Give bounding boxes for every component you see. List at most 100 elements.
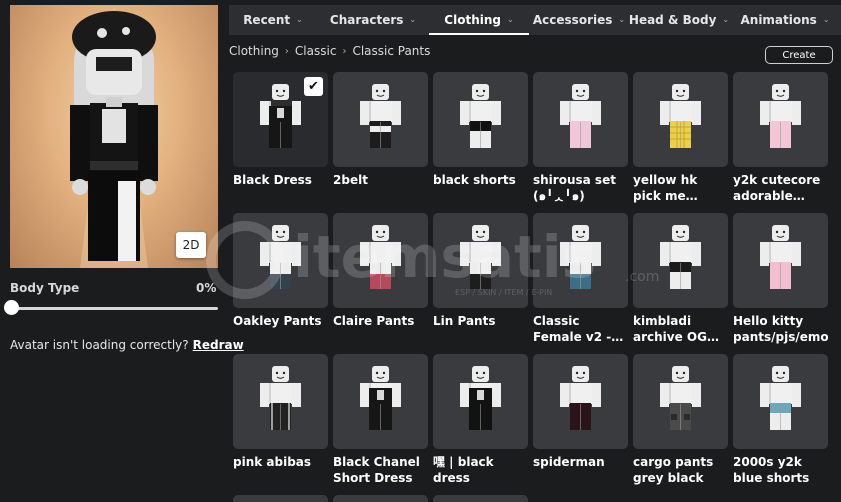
item-thumbnail[interactable] — [433, 72, 528, 167]
item-thumbnail[interactable]: ✔ — [233, 72, 328, 167]
item-card[interactable]: Lin Pants — [433, 213, 528, 354]
create-button[interactable]: Create — [765, 46, 833, 64]
avatar-loading-text: Avatar isn't loading correctly? — [10, 338, 189, 352]
item-preview-image — [460, 225, 501, 289]
item-thumbnail[interactable] — [433, 213, 528, 308]
item-card[interactable]: Oakley Pants — [233, 213, 328, 354]
item-preview-image — [360, 225, 401, 289]
item-preview-image — [260, 225, 301, 289]
item-card[interactable]: pink abibas — [233, 354, 328, 495]
body-type-slider-track[interactable] — [12, 307, 218, 310]
breadcrumb-item[interactable]: Clothing — [229, 44, 279, 58]
item-thumbnail[interactable] — [733, 72, 828, 167]
item-name: Black Chanel Short Dress — [333, 455, 420, 485]
item-name: 2belt — [333, 173, 368, 187]
item-name: kimbladi archive OG evade shorts — [633, 314, 707, 344]
item-card[interactable]: cargo pants grey black — [633, 354, 728, 495]
item-name: Oakley Pants — [233, 314, 322, 328]
item-preview-image — [660, 84, 701, 148]
item-grid-next-row — [233, 495, 528, 502]
avatar-figure — [70, 5, 158, 268]
item-card[interactable]: kimbladi archive OG evade shorts — [633, 213, 728, 354]
item-preview-image — [360, 84, 401, 148]
item-name: 嘿 | black dress — [433, 455, 494, 485]
view-2d-toggle-button[interactable]: 2D — [176, 232, 206, 258]
body-type-value: 0% — [196, 281, 217, 295]
item-thumbnail[interactable] — [233, 495, 328, 502]
item-name: Hello kitty pants/pjs/emo/y2k — [733, 314, 828, 344]
item-thumbnail[interactable] — [733, 354, 828, 449]
item-thumbnail[interactable] — [433, 495, 528, 502]
breadcrumb-item: Classic Pants — [352, 44, 431, 58]
item-preview-image — [660, 225, 701, 289]
item-thumbnail[interactable] — [433, 354, 528, 449]
body-type-label: Body Type — [10, 281, 80, 295]
tab-label: Head & Body — [628, 13, 717, 27]
item-thumbnail[interactable] — [233, 354, 328, 449]
item-preview-image — [560, 366, 601, 430]
item-name: spiderman — [533, 455, 605, 469]
item-card[interactable]: Hello kitty pants/pjs/emo/y2k — [733, 213, 828, 354]
tab-label: Recent — [243, 13, 291, 27]
item-card[interactable]: spiderman — [533, 354, 628, 495]
item-thumbnail[interactable] — [533, 354, 628, 449]
item-card[interactable]: Classic Female v2 - Pants — [533, 213, 628, 354]
item-thumbnail[interactable] — [233, 213, 328, 308]
item-name: Lin Pants — [433, 314, 496, 328]
tab-accessories[interactable]: Accessories ⌄ — [529, 5, 629, 35]
item-thumbnail[interactable] — [333, 495, 428, 502]
avatar-preview[interactable]: 2D — [10, 5, 218, 268]
tab-recent[interactable]: Recent ⌄ — [229, 5, 317, 35]
chevron-down-icon: ⌄ — [822, 14, 830, 24]
tab-label: Characters — [329, 13, 404, 27]
item-card[interactable]: black shorts — [433, 72, 528, 213]
item-preview-image — [460, 84, 501, 148]
item-name: pink abibas — [233, 455, 312, 469]
item-card[interactable]: shirousa set (๑╹ᆺ╹๑) — [533, 72, 628, 213]
item-name: Black Dress — [233, 173, 312, 187]
tab-clothing[interactable]: Clothing ⌄ — [429, 5, 529, 35]
item-thumbnail[interactable] — [333, 213, 428, 308]
breadcrumb-item[interactable]: Classic — [295, 44, 337, 58]
item-card[interactable]: y2k cutecore adorable kawaii pants — [733, 72, 828, 213]
item-preview-image — [760, 84, 801, 148]
item-preview-image — [660, 366, 701, 430]
item-thumbnail[interactable] — [333, 72, 428, 167]
chevron-down-icon: ⌄ — [618, 14, 626, 24]
item-grid: ✔ Black Dress 2belt black shorts shirousa… — [233, 72, 833, 495]
item-card[interactable]: yellow hk pick me gyaru outfit — [633, 72, 728, 213]
item-card[interactable]: ✔ Black Dress — [233, 72, 328, 213]
chevron-right-icon: › — [284, 45, 289, 57]
tab-label: Animations — [740, 13, 817, 27]
item-name: 2000s y2k blue shorts — [733, 455, 810, 485]
item-thumbnail[interactable] — [733, 213, 828, 308]
tab-animations[interactable]: Animations ⌄ — [729, 5, 841, 35]
category-tabs: Recent ⌄ Characters ⌄ Clothing ⌄ Accessories ⌄ H… — [229, 5, 841, 35]
item-preview-image — [360, 366, 401, 430]
item-name: yellow hk pick me gyaru outfit — [633, 173, 698, 203]
item-preview-image — [760, 366, 801, 430]
tab-characters[interactable]: Characters ⌄ — [317, 5, 429, 35]
item-card[interactable]: 2belt — [333, 72, 428, 213]
item-thumbnail[interactable] — [633, 213, 728, 308]
chevron-down-icon: ⌄ — [507, 14, 514, 24]
item-preview-image — [260, 366, 301, 430]
tab-label: Clothing — [444, 13, 501, 27]
item-name: Classic Female v2 - Pants — [533, 314, 612, 344]
item-thumbnail[interactable] — [633, 354, 728, 449]
item-thumbnail[interactable] — [633, 72, 728, 167]
item-preview-image — [560, 84, 601, 148]
item-name: y2k cutecore adorable kawaii pants — [733, 173, 821, 203]
item-card[interactable]: Black Chanel Short Dress — [333, 354, 428, 495]
item-thumbnail[interactable] — [333, 354, 428, 449]
checkmark-icon[interactable]: ✔ — [304, 77, 323, 96]
item-card[interactable]: 2000s y2k blue shorts — [733, 354, 828, 495]
item-thumbnail[interactable] — [533, 213, 628, 308]
tab-head-body[interactable]: Head & Body ⌄ — [629, 5, 729, 35]
chevron-right-icon: › — [342, 45, 347, 57]
body-type-slider-handle[interactable] — [4, 300, 19, 315]
item-card[interactable]: 嘿 | black dress — [433, 354, 528, 495]
item-thumbnail[interactable] — [533, 72, 628, 167]
tab-label: Accessories — [532, 13, 613, 27]
item-card[interactable]: Claire Pants — [333, 213, 428, 354]
